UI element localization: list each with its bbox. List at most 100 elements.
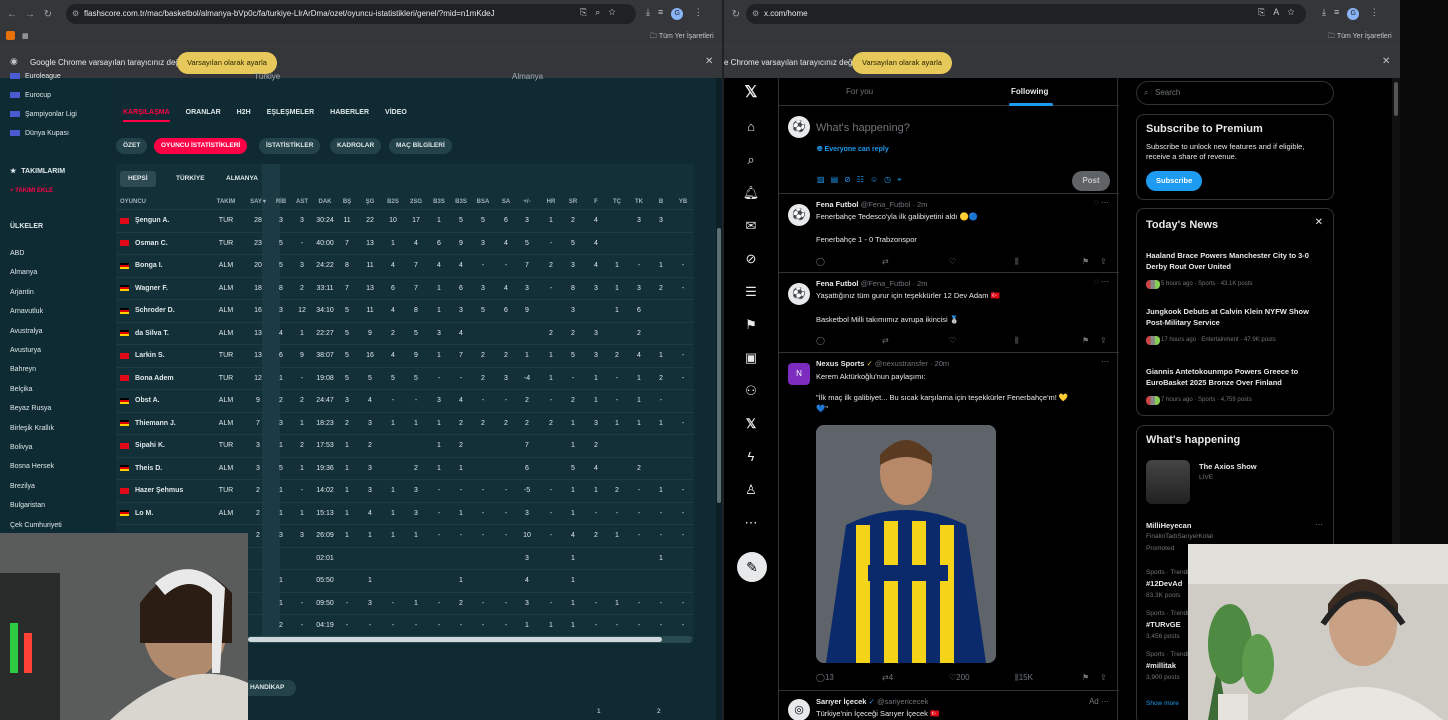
profile-avatar[interactable]: G [1347, 8, 1360, 20]
sidebar-league-item[interactable]: Eurocup [10, 92, 51, 99]
event-thumbnail[interactable] [1146, 460, 1190, 504]
extensions-icon[interactable]: ≡ [1334, 7, 1347, 17]
tab-group-icon[interactable] [6, 31, 15, 40]
column-header[interactable]: TAKIM [214, 194, 238, 209]
column-header[interactable]: OYUNCU [120, 194, 218, 209]
reload-icon[interactable]: ↻ [730, 9, 742, 20]
more-icon[interactable]: ⋯ [742, 514, 760, 532]
add-team-link[interactable]: + TAKIMI EKLE [10, 188, 53, 194]
messages-icon[interactable]: ✉ [742, 217, 760, 235]
share-icon[interactable]: ⇪ [1100, 673, 1107, 682]
country-item[interactable]: Almanya [10, 269, 37, 276]
country-item[interactable]: Avusturya [10, 347, 41, 354]
column-header[interactable]: TÇ [606, 194, 628, 209]
table-row[interactable]: Wagner F. ALM 18 8 2 33:11 7 13 6 7 1 6 3 4 3-8 3 1 3 2- [116, 278, 694, 300]
verified-orgs-icon[interactable]: ϟ [742, 448, 760, 466]
column-header[interactable]: AST [292, 194, 312, 209]
emoji-icon[interactable]: ☺ [870, 175, 884, 184]
table-row[interactable]: Bonga I. ALM 20 5 3 24:22 8 11 4 7 4 4 - - 7 2 3 4 1 - 1 - [116, 255, 694, 278]
player-name-cell[interactable]: Osman C. [120, 233, 214, 255]
like-count[interactable]: ♡ 200 [949, 673, 970, 682]
schedule-icon[interactable]: ◷ [884, 175, 897, 184]
country-item[interactable]: ABD [10, 250, 24, 257]
close-icon[interactable]: ✕ [705, 56, 713, 67]
column-header[interactable]: SR [562, 194, 584, 209]
player-name-cell[interactable]: Wagner F. [120, 278, 214, 300]
views-icon[interactable]: ⫼ [1015, 336, 1019, 346]
tweet-author[interactable]: Sarıyer İçecek [816, 697, 866, 706]
column-header[interactable]: BŞ [337, 194, 357, 209]
apps-icon[interactable]: ▦ [22, 32, 29, 40]
bookmarks-icon[interactable]: ⚑ [742, 316, 760, 334]
menu-icon[interactable]: ⋮ [1370, 7, 1387, 17]
table-row[interactable]: Theis D. ALM 3 5 1 19:36 1 3 2 1 1 6 5 4 2 [116, 458, 694, 480]
column-header[interactable]: 2SG [405, 194, 427, 209]
share-icon[interactable]: ⇪ [1100, 257, 1107, 266]
extensions-icon[interactable]: ≡ [658, 7, 671, 17]
trend-name[interactable]: #TURvGE [1146, 620, 1181, 629]
table-row[interactable]: Hazer Şehmus TUR 2 1 - 14:02 1 3 1 3 - - - - -5 - 1 1 2 - 1 - [116, 480, 694, 503]
player-name-cell[interactable]: Obst A. [120, 390, 214, 412]
column-header[interactable]: F [585, 194, 607, 209]
post-button[interactable]: Post [1072, 171, 1110, 191]
notifications-icon[interactable]: 🔔︎ [742, 184, 760, 202]
tab-following[interactable]: Following [1011, 87, 1048, 96]
column-header[interactable]: SAY ▾ [248, 194, 268, 209]
poll-icon[interactable]: ☷ [857, 175, 870, 184]
column-header[interactable]: B3S [428, 194, 450, 209]
summary-subtab[interactable]: KADROLAR [330, 138, 382, 154]
match-tab[interactable]: VİDEO [385, 109, 407, 116]
column-header[interactable]: TK [628, 194, 650, 209]
player-name-cell[interactable]: Sipahi K. [120, 435, 214, 457]
reply-icon[interactable]: ◯ [816, 336, 825, 345]
like-icon[interactable]: ♡ [949, 257, 956, 266]
all-bookmarks[interactable]: 🗀 Tüm Yer İşaretleri [1328, 32, 1392, 43]
trend-name[interactable]: #millitak [1146, 661, 1176, 670]
table-row[interactable]: Thiemann J. ALM 7 3 1 18:23 2 3 1 1 1 2 2 2 2 2 1 3 1 1 1 - [116, 413, 694, 435]
country-item[interactable]: Arjantin [10, 289, 34, 296]
more-icon[interactable]: ⋯ [1101, 357, 1109, 366]
column-header[interactable]: ŞG [360, 194, 380, 209]
player-name-cell[interactable]: Bonga I. [120, 255, 214, 277]
table-row[interactable]: Osman C. TUR 23 5 - 40:00 7 13 1 4 6 9 3 4 5 - 5 4 [116, 233, 694, 255]
country-item[interactable]: Arnavutluk [10, 308, 43, 315]
translate-icon[interactable]: A [1273, 7, 1287, 17]
country-item[interactable]: Bahreyn [10, 366, 36, 373]
column-header[interactable]: DAK [313, 194, 337, 209]
site-info-icon[interactable]: ⚙ [752, 4, 759, 24]
news-headline[interactable]: Haaland Brace Powers Manchester City to … [1146, 250, 1326, 272]
views-icon[interactable]: ⫼ [1015, 257, 1019, 267]
team-filter[interactable]: HEPSİ [120, 171, 156, 187]
summary-subtab[interactable]: İSTATİSTİKLER [259, 138, 321, 154]
country-item[interactable]: Bolivya [10, 444, 33, 451]
repost-icon[interactable]: ⇄ [882, 336, 889, 345]
table-row[interactable]: Sipahi K. TUR 3 1 2 17:53 1 2 1 2 7 1 2 [116, 435, 694, 458]
tab-for-you[interactable]: For you [846, 87, 873, 96]
player-name-cell[interactable]: Thiemann J. [120, 413, 214, 435]
summary-subtab[interactable]: MAÇ BİLGİLERİ [389, 138, 452, 154]
player-name-cell[interactable]: Theis D. [120, 458, 214, 480]
download-icon[interactable]: ⤓ [1322, 7, 1334, 17]
menu-icon[interactable]: ⋮ [694, 7, 711, 17]
country-item[interactable]: Belçika [10, 386, 33, 393]
country-item[interactable]: Bulgaristan [10, 502, 45, 509]
tweet-avatar[interactable]: ⚽ [788, 283, 810, 305]
close-icon[interactable]: ✕ [1315, 217, 1323, 228]
explore-icon[interactable]: ⌕ [742, 151, 760, 169]
set-default-button[interactable]: Varsayılan olarak ayarla [177, 52, 277, 74]
compose-post-icon[interactable]: ✎ [737, 552, 767, 582]
tweet-handle[interactable]: @Fena_Futbol [861, 279, 911, 288]
column-header[interactable]: YB [673, 194, 693, 209]
address-bar[interactable]: ⚙ flashscore.com.tr/mac/basketbol/almany… [66, 4, 636, 24]
share-icon[interactable]: ⇪ [1100, 336, 1107, 345]
tweet[interactable]: ⚽ Fena Futbol @Fena_Futbol · 2m ◌ ⋯ Yaşa… [779, 273, 1119, 353]
location-icon[interactable]: ⌖ [897, 175, 908, 184]
country-item[interactable]: Beyaz Rusya [10, 405, 51, 412]
more-icon[interactable]: ◌ ⋯ [1094, 198, 1109, 207]
sidebar-league-item[interactable]: Euroleague [10, 73, 61, 80]
tweet-ad[interactable]: ◎ Sarıyer İçecek ✓ @sariyericecek Ad ⋯ T… [779, 691, 1119, 720]
download-icon[interactable]: ⤓ [646, 7, 658, 17]
table-row[interactable]: Larkin S. TUR 13 6 9 38:07 5 16 4 9 1 7 2 2 1 1 5 3 2 4 1 - [116, 345, 694, 368]
show-more-link[interactable]: Show more [1146, 700, 1179, 707]
column-header[interactable]: B3S [450, 194, 472, 209]
